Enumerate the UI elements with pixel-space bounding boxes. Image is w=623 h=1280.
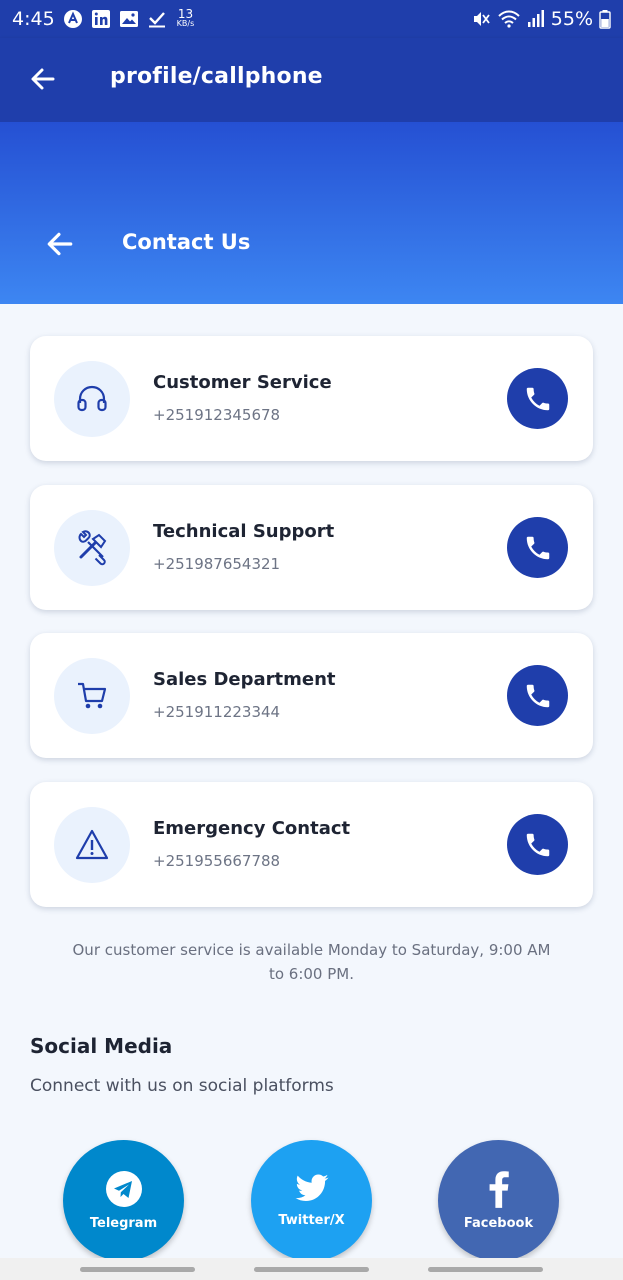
system-nav-bar: [0, 1258, 623, 1280]
contact-phone: +251911223344: [153, 703, 281, 721]
social-media-title: Social Media: [30, 1034, 173, 1058]
status-left: 4:45 13 KB/s: [12, 6, 194, 32]
header-back-arrow-icon[interactable]: [44, 228, 76, 260]
facebook-button[interactable]: Facebook: [438, 1140, 559, 1261]
wifi-icon: [497, 9, 521, 29]
linkedin-icon: [91, 9, 111, 29]
call-button[interactable]: [507, 814, 568, 875]
contact-title: Sales Department: [153, 669, 336, 690]
cart-icon: [54, 658, 130, 734]
call-button[interactable]: [507, 517, 568, 578]
contact-card-sales-department: Sales Department +251911223344: [30, 633, 593, 758]
contact-header: Contact Us: [0, 122, 623, 304]
contact-phone: +251912345678: [153, 406, 281, 424]
checkmark-icon: [147, 9, 167, 29]
twitter-button[interactable]: Twitter/X: [251, 1140, 372, 1261]
back-arrow-icon[interactable]: [28, 64, 58, 94]
phone-icon: [526, 684, 549, 707]
twitter-label: Twitter/X: [278, 1213, 345, 1228]
app-bar-title: profile/callphone: [110, 64, 323, 89]
warning-icon: [54, 807, 130, 883]
contact-title: Technical Support: [153, 521, 335, 542]
phone-icon: [526, 536, 549, 559]
signal-icon: [527, 9, 545, 29]
contact-title: Emergency Contact: [153, 818, 351, 839]
phone-icon: [526, 387, 549, 410]
social-media-subtitle: Connect with us on social platforms: [30, 1076, 334, 1096]
headphones-icon: [54, 361, 130, 437]
contact-phone: +251987654321: [153, 555, 281, 573]
battery-icon: [599, 9, 611, 29]
page-title: Contact Us: [122, 230, 251, 254]
service-hours-note: Our customer service is available Monday…: [72, 941, 551, 983]
contact-title: Customer Service: [153, 372, 332, 393]
contact-card-technical-support: Technical Support +251987654321: [30, 485, 593, 610]
call-button[interactable]: [507, 665, 568, 726]
network-speed: 13 KB/s: [176, 7, 195, 28]
telegram-icon: [105, 1171, 142, 1207]
nav-recents-handle[interactable]: [80, 1267, 195, 1272]
phone-icon: [526, 833, 549, 856]
gallery-icon: [119, 9, 139, 29]
contact-phone: +251955667788: [153, 852, 281, 870]
nav-back-handle[interactable]: [428, 1267, 543, 1272]
app-bar: profile/callphone: [0, 38, 623, 122]
contact-card-customer-service: Customer Service +251912345678: [30, 336, 593, 461]
facebook-icon: [489, 1171, 509, 1208]
contact-card-emergency: Emergency Contact +251955667788: [30, 782, 593, 907]
battery-percent: 55%: [550, 8, 593, 30]
status-right: 55%: [471, 6, 611, 32]
status-bar: 4:45 13 KB/s 55%: [0, 0, 623, 38]
call-button[interactable]: [507, 368, 568, 429]
status-time: 4:45: [12, 8, 55, 30]
telegram-label: Telegram: [89, 1216, 158, 1231]
mute-icon: [471, 9, 491, 29]
telegram-button[interactable]: Telegram: [63, 1140, 184, 1261]
notification-a-icon: [63, 9, 83, 29]
twitter-icon: [295, 1174, 328, 1201]
facebook-label: Facebook: [463, 1216, 534, 1231]
tools-icon: [54, 510, 130, 586]
nav-home-handle[interactable]: [254, 1267, 369, 1272]
